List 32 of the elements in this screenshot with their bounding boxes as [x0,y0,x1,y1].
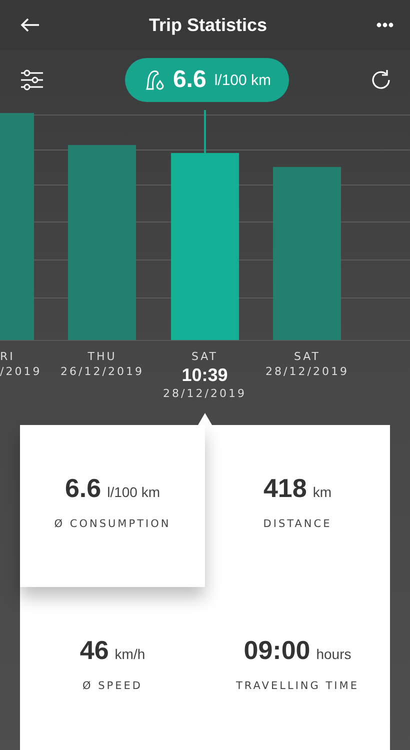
day-label: RI [0,349,15,364]
stat-tile[interactable]: 09:00 hours TRAVELLING TIME [205,587,390,749]
filter-icon[interactable] [20,68,44,92]
window-title: Trip Statistics [148,14,268,36]
date-label: 28/12/2019 [266,364,349,379]
stat-value: 46 [80,635,109,666]
day-label: THU [88,349,117,364]
stat-tile[interactable]: 46 km/h Ø SPEED [20,587,205,749]
stat-label: Ø SPEED [82,680,142,692]
stat-value: 6.6 [64,473,102,504]
date-label: /2019 [0,364,42,379]
stat-unit: km [312,484,332,500]
date-label: 28/12/2019 [163,386,246,401]
day-label: SAT [294,349,321,364]
stat-value: 09:00 [244,635,310,666]
more-icon[interactable] [376,22,394,28]
refresh-icon[interactable] [370,69,392,91]
stat-label: DISTANCE [263,518,332,530]
stat-unit: hours [316,646,352,662]
stat-label: TRAVELLING TIME [236,680,359,692]
consumption-value: 6.6 [172,66,206,94]
consumption-unit: l/100 km [214,72,272,88]
time-label: 10:39 [182,364,228,386]
stat-unit: l/100 km [107,484,160,500]
date-label: 26/12/2019 [60,364,144,379]
stat-label: Ø CONSUMPTION [54,518,171,530]
stat-tile[interactable]: 6.6 l/100 km Ø CONSUMPTION [20,425,205,587]
back-icon[interactable] [20,17,40,33]
day-label: SAT [191,349,218,364]
stat-value: 418 [263,473,307,504]
stat-unit: km/h [114,646,146,662]
stat-tile[interactable]: 418 km DISTANCE [205,425,390,587]
